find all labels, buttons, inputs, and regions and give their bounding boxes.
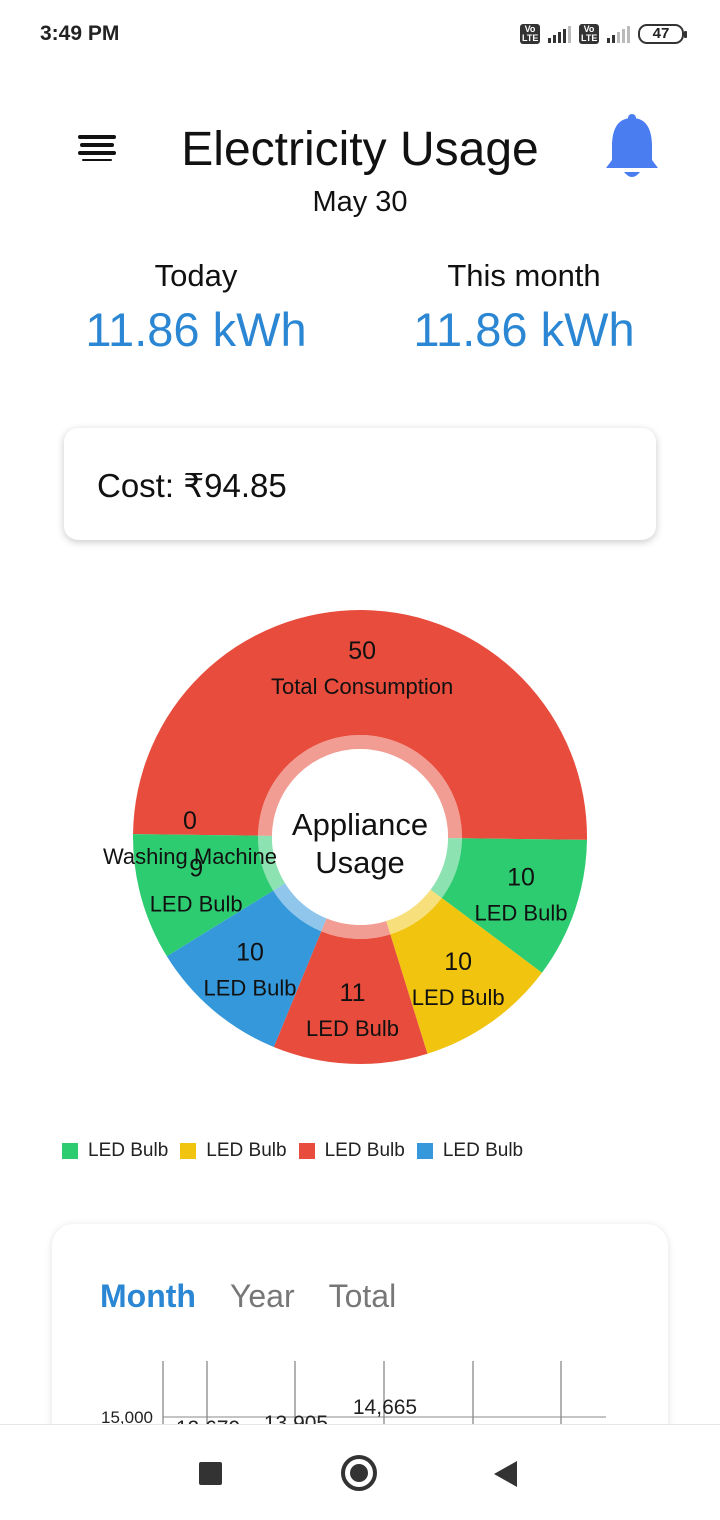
slice-name-label: LED Bulb	[150, 891, 243, 916]
slice-name-label: LED Bulb	[306, 1016, 399, 1041]
legend-swatch	[416, 1143, 433, 1159]
header: Electricity Usage May 30	[0, 100, 720, 230]
page-date: May 30	[312, 186, 408, 218]
signal-icon	[548, 25, 571, 43]
volte-icon: Vo LTE	[520, 24, 540, 44]
notification-bell-icon[interactable]	[602, 112, 662, 184]
bar-value-label: 14,665	[353, 1396, 417, 1419]
legend-swatch	[180, 1143, 197, 1159]
cost-card: Cost: ₹94.85	[64, 428, 656, 540]
slice-name-label: LED Bulb	[204, 976, 297, 1001]
volte-icon-2: Vo LTE	[579, 24, 599, 44]
legend-item[interactable]: LED Bulb	[416, 1140, 524, 1162]
status-time: 3:49 PM	[40, 22, 120, 45]
legend-item[interactable]: LED Bulb	[62, 1140, 168, 1162]
donut-center-label: Appliance	[292, 807, 428, 842]
slice-name-label: Total Consumption	[271, 674, 453, 699]
legend-swatch	[62, 1143, 78, 1159]
appliance-usage-donut-chart: 50Total Consumption10LED Bulb10LED Bulb1…	[103, 610, 587, 1064]
legend-item[interactable]: LED Bulb	[298, 1140, 405, 1162]
status-icons: Vo LTE Vo LTE 47	[520, 24, 687, 44]
legend-label: LED Bulb	[442, 1140, 524, 1161]
circle-home-icon[interactable]	[341, 1455, 377, 1491]
today-stat: Today 11.86 kWh	[46, 258, 346, 357]
slice-value-label: 10	[236, 939, 264, 967]
month-value: 11.86 kWh	[413, 303, 635, 356]
slice-value-label: 0	[183, 807, 197, 835]
triangle-back-icon[interactable]	[494, 1461, 517, 1487]
month-label: This month	[447, 258, 601, 293]
usage-stats: Today 11.86 kWh This month 11.86 kWh	[0, 258, 720, 368]
status-bar: 3:49 PM Vo LTE Vo LTE 47	[0, 0, 720, 70]
battery-icon: 47	[638, 24, 687, 44]
legend-label: LED Bulb	[324, 1140, 405, 1161]
slice-name-label: Washing Machine	[103, 844, 277, 869]
chart-legend: LED Bulb LED Bulb LED Bulb LED Bulb	[62, 1140, 535, 1162]
legend-label: LED Bulb	[206, 1140, 287, 1161]
slice-value-label: 11	[340, 979, 366, 1007]
legend-label: LED Bulb	[88, 1140, 169, 1161]
signal-icon-2	[607, 25, 630, 43]
donut-center-label: Usage	[315, 845, 405, 880]
legend-item[interactable]: LED Bulb	[180, 1140, 287, 1162]
slice-name-label: LED Bulb	[412, 985, 505, 1010]
system-navigation-bar	[0, 1424, 720, 1520]
slice-value-label: 10	[444, 948, 472, 976]
legend-swatch	[298, 1143, 315, 1159]
month-stat: This month 11.86 kWh	[374, 258, 674, 357]
cost-text: Cost: ₹94.85	[97, 467, 287, 504]
square-recents-icon[interactable]	[199, 1462, 222, 1485]
slice-value-label: 10	[507, 864, 535, 892]
slice-name-label: LED Bulb	[475, 901, 568, 926]
slice-value-label: 50	[348, 637, 376, 665]
today-label: Today	[154, 258, 238, 293]
today-value: 11.86 kWh	[85, 303, 307, 356]
